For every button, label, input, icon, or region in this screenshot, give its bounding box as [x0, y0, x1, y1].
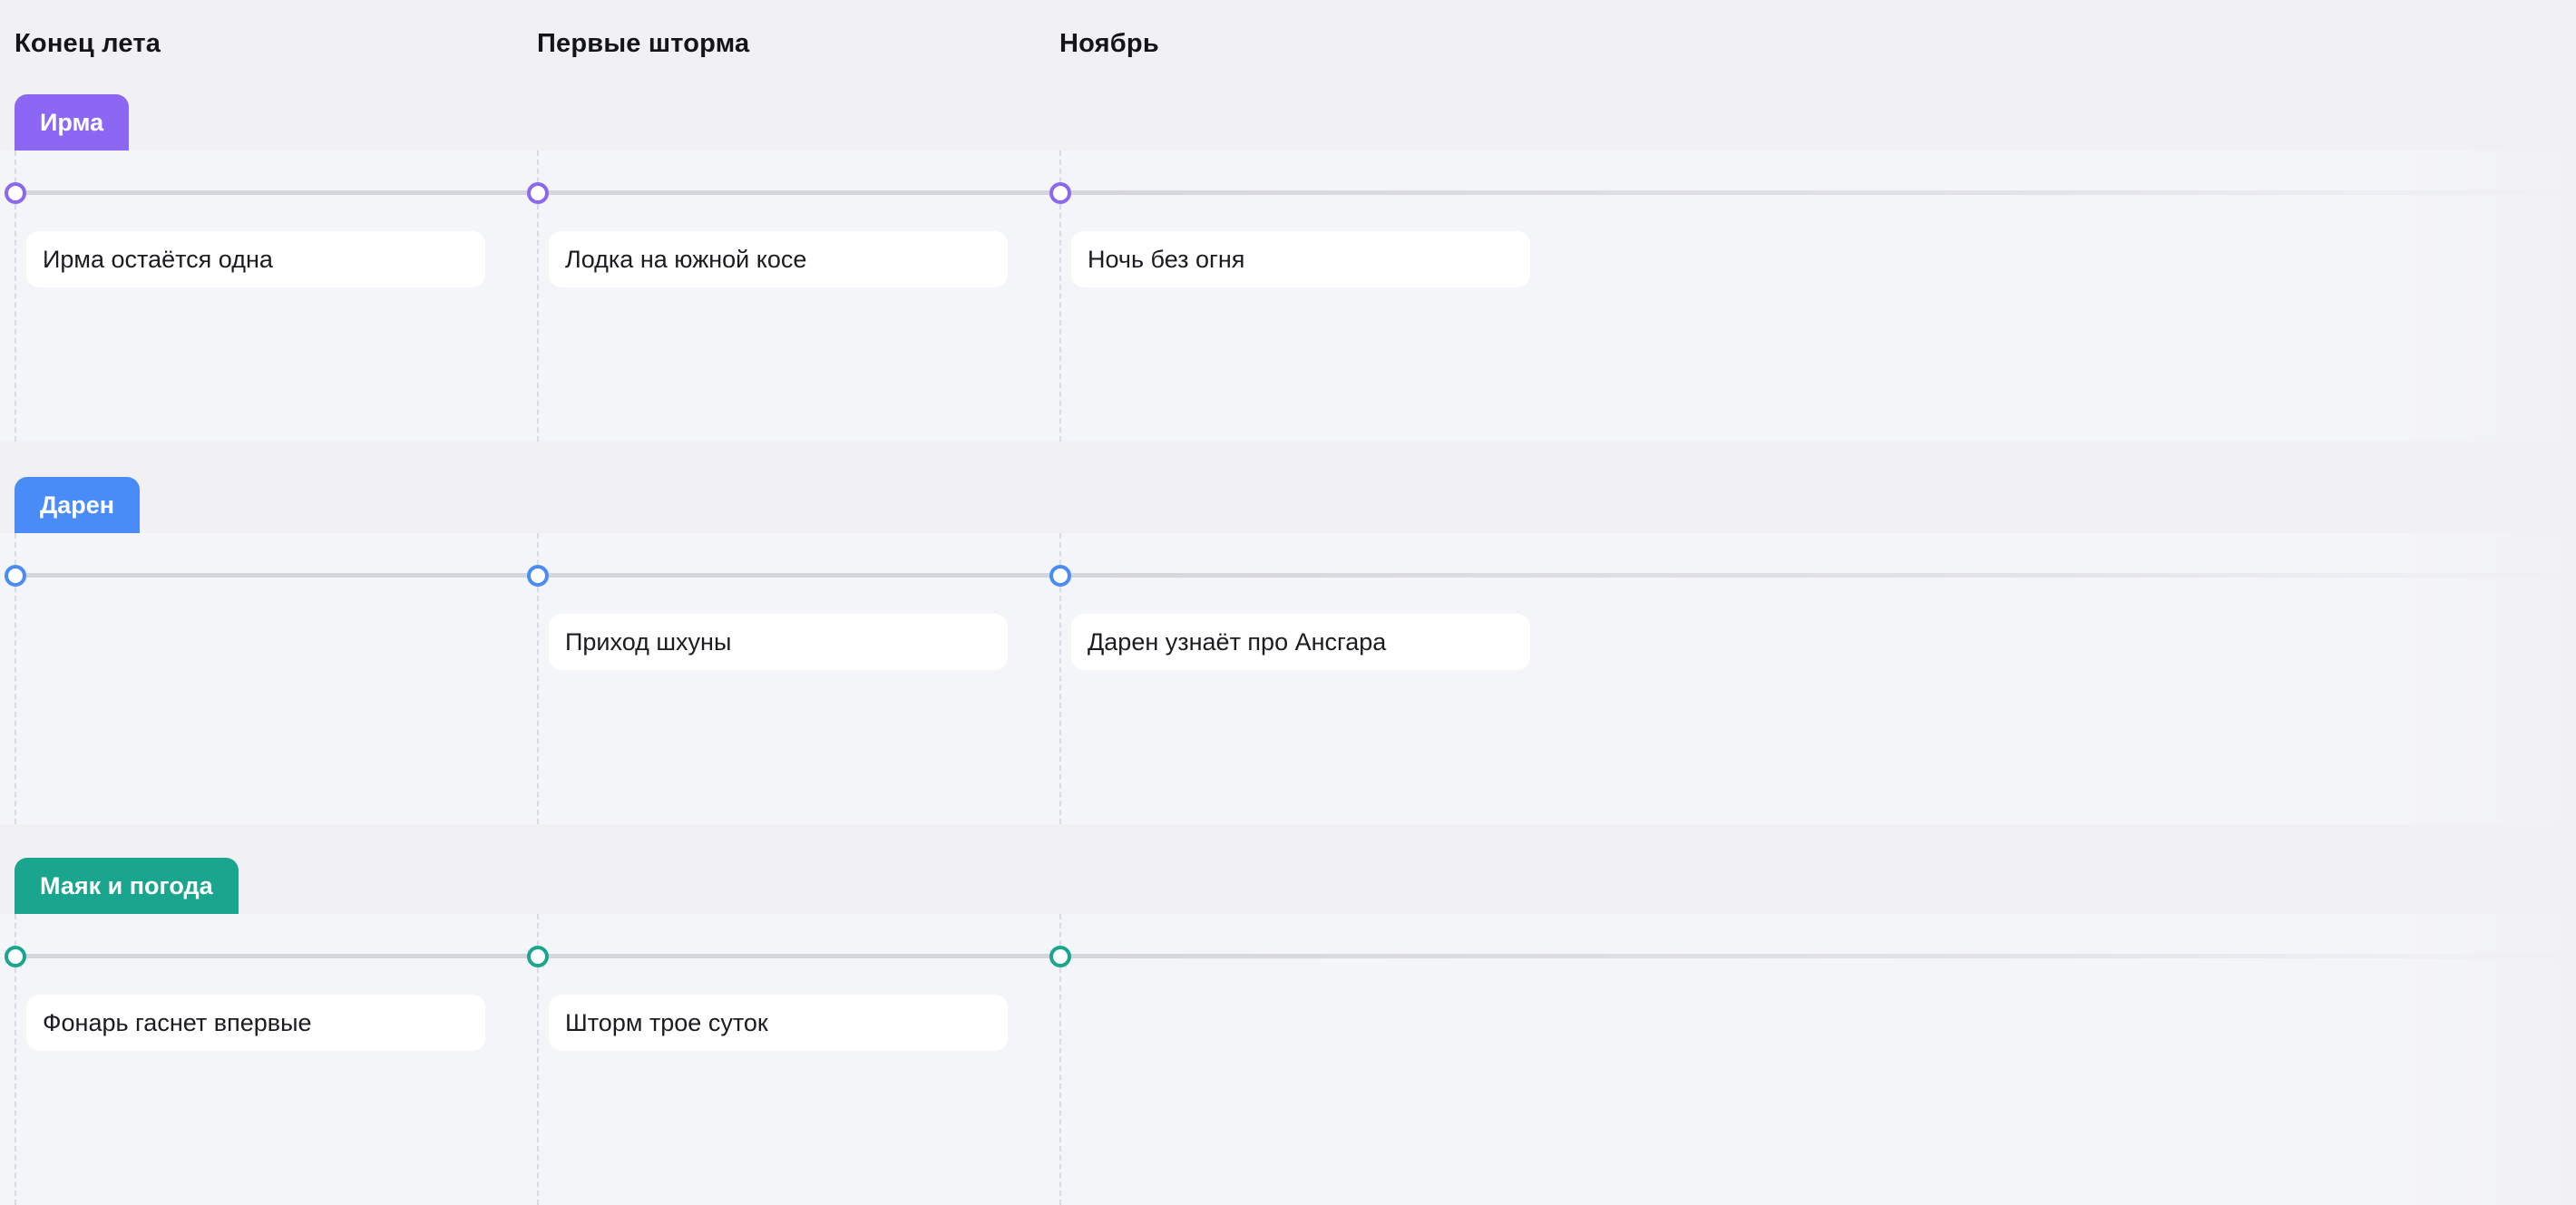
event-card[interactable]: Лодка на южной косе [549, 231, 1008, 287]
column-header-end-of-summer: Конец лета [15, 29, 161, 58]
timeline-node[interactable] [1049, 946, 1071, 967]
lane-tab-daren[interactable]: Дарен [15, 477, 141, 533]
column-header-november: Ноябрь [1059, 29, 1159, 58]
story-timeline: Конец лета Первые шторма Ноябрь Ирма Ирм… [0, 0, 2576, 1205]
timeline-node[interactable] [5, 565, 26, 587]
column-header-first-storms: Первые шторма [537, 29, 750, 58]
timeline-node[interactable] [527, 182, 549, 204]
event-card[interactable]: Дарен узнаёт про Ансгара [1071, 614, 1530, 670]
event-card[interactable]: Ирма остаётся одна [26, 231, 485, 287]
timeline-node[interactable] [1049, 182, 1071, 204]
timeline-node[interactable] [5, 182, 26, 204]
timeline-node[interactable] [5, 946, 26, 967]
event-card[interactable]: Фонарь гаснет впервые [26, 995, 485, 1051]
lane-track [15, 573, 2576, 578]
event-card[interactable]: Приход шхуны [549, 614, 1008, 670]
event-card[interactable]: Шторм трое суток [549, 995, 1008, 1051]
lane-body: Фонарь гаснет впервые Шторм трое суток [0, 914, 2576, 1205]
timeline-node[interactable] [527, 946, 549, 967]
lane-tab-lighthouse-weather[interactable]: Маяк и погода [15, 858, 239, 914]
lane-tab-irma[interactable]: Ирма [15, 94, 130, 151]
lane-body: Ирма остаётся одна Лодка на южной косе Н… [0, 151, 2576, 442]
lane-body: Приход шхуны Дарен узнаёт про Ансгара [0, 533, 2576, 824]
lane-track [15, 954, 2576, 958]
event-card[interactable]: Ночь без огня [1071, 231, 1530, 287]
lane-track [15, 190, 2576, 195]
timeline-node[interactable] [527, 565, 549, 587]
timeline-node[interactable] [1049, 565, 1071, 587]
